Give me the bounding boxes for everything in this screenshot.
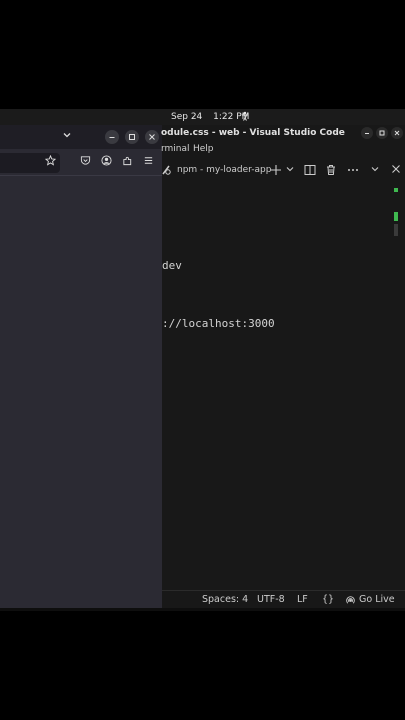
add-terminal-icon[interactable] bbox=[269, 164, 283, 180]
terminal-line: ://localhost:3000 bbox=[162, 317, 275, 330]
trash-icon[interactable] bbox=[324, 164, 338, 180]
status-language[interactable]: {} bbox=[322, 594, 334, 605]
status-eol[interactable]: LF bbox=[297, 594, 308, 605]
system-topbar: Sep 24 1:22 PM bbox=[0, 109, 405, 125]
vscode-maximize-button[interactable] bbox=[376, 127, 388, 139]
status-golive[interactable]: Go Live bbox=[359, 594, 395, 605]
vscode-menubar: rminal Help bbox=[161, 142, 405, 158]
maximize-button[interactable] bbox=[125, 130, 139, 144]
screen-bottom-border bbox=[0, 608, 405, 611]
browser-titlebar[interactable] bbox=[0, 125, 162, 149]
menu-help[interactable]: Help bbox=[193, 144, 214, 154]
terminal-name[interactable]: npm - my-loader-app bbox=[177, 165, 271, 175]
maximize-panel-icon[interactable] bbox=[368, 164, 382, 178]
window-title: odule.css - web - Visual Studio Code bbox=[161, 128, 345, 138]
status-bar: Spaces: 4 UTF-8 LF {} Go Live bbox=[162, 590, 405, 609]
more-actions-icon[interactable] bbox=[346, 164, 360, 180]
close-panel-icon[interactable] bbox=[389, 164, 403, 178]
terminal-tab-icon bbox=[159, 164, 173, 180]
chevron-down-icon[interactable] bbox=[60, 130, 74, 144]
scrollbar-marker bbox=[394, 212, 398, 221]
status-spaces[interactable]: Spaces: 4 bbox=[202, 594, 248, 605]
close-button[interactable] bbox=[145, 130, 159, 144]
menu-icon[interactable] bbox=[141, 155, 155, 170]
menu-terminal[interactable]: rminal bbox=[161, 144, 190, 154]
vscode-titlebar[interactable]: odule.css - web - Visual Studio Code bbox=[161, 125, 405, 142]
browser-toolbar bbox=[0, 149, 162, 176]
clock-date: Sep 24 bbox=[171, 112, 203, 122]
terminal-line: dev bbox=[162, 259, 182, 272]
status-encoding[interactable]: UTF-8 bbox=[257, 594, 285, 605]
terminal-panel-header: npm - my-loader-app bbox=[162, 158, 405, 184]
star-icon[interactable] bbox=[43, 154, 57, 170]
split-terminal-icon[interactable] bbox=[303, 164, 317, 180]
chevron-down-icon[interactable] bbox=[283, 164, 297, 178]
browser-window bbox=[0, 125, 162, 608]
scrollbar-thumb[interactable] bbox=[394, 224, 398, 236]
vscode-minimize-button[interactable] bbox=[361, 127, 373, 139]
terminal-output[interactable]: dev ://localhost:3000 bbox=[162, 184, 405, 590]
accessibility-icon[interactable] bbox=[241, 111, 249, 124]
scrollbar-marker bbox=[394, 188, 398, 192]
extensions-icon[interactable] bbox=[120, 155, 134, 170]
browser-content[interactable] bbox=[0, 176, 162, 608]
vscode-close-button[interactable] bbox=[391, 127, 403, 139]
vscode-window: odule.css - web - Visual Studio Code rmi… bbox=[161, 125, 405, 609]
golive-icon[interactable] bbox=[345, 595, 356, 609]
pocket-icon[interactable] bbox=[78, 155, 92, 170]
minimize-button[interactable] bbox=[105, 130, 119, 144]
account-icon[interactable] bbox=[99, 155, 113, 170]
